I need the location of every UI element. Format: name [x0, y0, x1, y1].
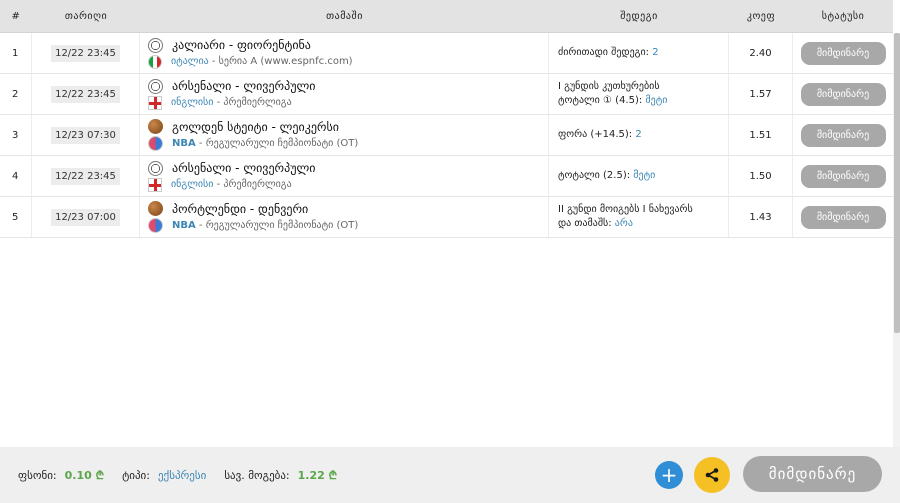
outcome-cell: ტოტალი (2.5): მეტი	[549, 156, 729, 196]
row-date: 12/23 07:00	[51, 208, 120, 226]
game-teams: კალიარი - ფიორენტინა	[172, 38, 311, 52]
league-country-link[interactable]: იტალია	[171, 56, 209, 67]
status-button[interactable]: მიმდინარე	[800, 164, 886, 188]
league-country-link[interactable]: ინგლისი	[171, 179, 213, 190]
table-row: 3 12/23 07:30 გოლდენ სტეიტი - ლეიკერსი N…	[0, 115, 893, 156]
england-flag-icon	[148, 177, 162, 192]
header-outcome: შედეგი	[620, 10, 658, 22]
status-button[interactable]: მიმდინარე	[800, 41, 886, 65]
row-date: 12/22 23:45	[51, 44, 120, 62]
league-name: ინგლისი - პრემიერლიგა	[171, 179, 292, 190]
header-status: სტატუსი	[821, 10, 865, 22]
nba-logo-icon	[148, 218, 163, 233]
league-name: NBA - რეგულარული ჩემპიონატი (OT)	[172, 220, 359, 231]
outcome-value: არა	[614, 218, 633, 229]
league-name: ინგლისი - პრემიერლიგა	[171, 97, 292, 108]
outcome-value: მეტი	[633, 170, 656, 181]
soccer-ball-icon	[148, 78, 163, 94]
header-coef: კოეფ	[746, 10, 776, 22]
game-cell: არსენალი - ლივერპული ინგლისი - პრემიერლი…	[148, 78, 316, 110]
game-teams: არსენალი - ლივერპული	[172, 79, 316, 93]
type-label: ტიპი:	[122, 468, 150, 482]
row-number: 2	[0, 74, 32, 114]
coef-value: 1.50	[729, 156, 793, 196]
add-button[interactable]: +	[655, 461, 683, 489]
row-number: 1	[0, 33, 32, 73]
stake-info: ფსონი: 0.10 ₾	[18, 468, 104, 483]
outcome-value: 2	[652, 47, 659, 58]
outcome-cell: ფორა (+14.5): 2	[549, 115, 729, 155]
header-num: #	[11, 10, 21, 22]
status-button[interactable]: მიმდინარე	[800, 123, 886, 147]
outcome-cell: I გუნდის კუთხურების ტოტალი ① (4.5): მეტი	[549, 74, 729, 114]
row-date: 12/22 23:45	[51, 85, 120, 103]
coef-value: 1.57	[729, 74, 793, 114]
win-info: სავ. მოგება: 1.22 ₾	[224, 468, 337, 483]
row-number: 4	[0, 156, 32, 196]
type-value-link[interactable]: ექსპრესი	[158, 469, 206, 482]
outcome-cell: ძირითადი შედეგი: 2	[549, 33, 729, 73]
scrollbar-thumb[interactable]	[894, 33, 900, 333]
header-game: თამაში	[326, 10, 363, 22]
game-cell: კალიარი - ფიორენტინა იტალია - სერია A (w…	[148, 37, 353, 69]
england-flag-icon	[148, 95, 162, 110]
league-name: იტალია - სერია A (www.espnfc.com)	[171, 56, 353, 67]
game-teams: პორტლენდი - დენვერი	[172, 201, 309, 216]
outcome-value: 2	[635, 129, 642, 140]
coef-value: 1.51	[729, 115, 793, 155]
game-cell: არსენალი - ლივერპული ინგლისი - პრემიერლი…	[148, 160, 316, 192]
game-cell: პორტლენდი - დენვერი NBA - რეგულარული ჩემ…	[148, 201, 358, 233]
italy-flag-icon	[148, 54, 162, 69]
bets-table: # თარიღი თამაში შედეგი კოეფ სტატუსი 1 12…	[0, 0, 893, 238]
coef-value: 1.43	[729, 197, 793, 237]
game-teams: არსენალი - ლივერპული	[172, 161, 316, 175]
status-button[interactable]: მიმდინარე	[800, 82, 886, 106]
share-icon	[705, 468, 719, 482]
row-date: 12/22 23:45	[51, 167, 120, 185]
outcome-value: მეტი	[645, 95, 668, 106]
status-button[interactable]: მიმდინარე	[800, 205, 886, 229]
league-country-link[interactable]: ინგლისი	[171, 97, 213, 108]
share-button[interactable]	[694, 457, 730, 493]
plus-icon: +	[660, 463, 678, 487]
basketball-icon	[148, 119, 163, 134]
league-name: NBA - რეგულარული ჩემპიონატი (OT)	[172, 138, 359, 149]
game-cell: გოლდენ სტეიტი - ლეიკერსი NBA - რეგულარულ…	[148, 119, 358, 151]
basketball-icon	[148, 201, 163, 216]
table-row: 2 12/22 23:45 არსენალი - ლივერპული ინგლი…	[0, 74, 893, 115]
coef-value: 2.40	[729, 33, 793, 73]
row-number: 5	[0, 197, 32, 237]
row-number: 3	[0, 115, 32, 155]
outcome-cell: II გუნდი მოიგებს I ნახევარს და თამაშს: არ…	[549, 197, 729, 237]
win-label: სავ. მოგება:	[224, 468, 290, 482]
nba-logo-icon	[148, 136, 163, 151]
table-row: 5 12/23 07:00 პორტლენდი - დენვერი NBA - …	[0, 197, 893, 238]
game-teams: გოლდენ სტეიტი - ლეიკერსი	[172, 119, 339, 134]
league-country-link[interactable]: NBA	[172, 220, 196, 231]
league-country-link[interactable]: NBA	[172, 138, 196, 149]
stake-value: 0.10 ₾	[64, 468, 105, 482]
bet-footer: ფსონი: 0.10 ₾ ტიპი: ექსპრესი სავ. მოგება…	[0, 447, 900, 503]
soccer-ball-icon	[148, 37, 163, 53]
table-header: # თარიღი თამაში შედეგი კოეფ სტატუსი	[0, 0, 893, 33]
soccer-ball-icon	[148, 160, 163, 176]
stake-label: ფსონი:	[18, 468, 57, 482]
table-row: 4 12/22 23:45 არსენალი - ლივერპული ინგლი…	[0, 156, 893, 197]
table-row: 1 12/22 23:45 კალიარი - ფიორენტინა იტალი…	[0, 33, 893, 74]
win-value: 1.22 ₾	[297, 468, 338, 482]
bet-status-button[interactable]: მიმდინარე	[743, 456, 882, 492]
vertical-scrollbar[interactable]	[893, 33, 900, 447]
row-date: 12/23 07:30	[51, 126, 120, 144]
header-date: თარიღი	[64, 10, 108, 22]
type-info: ტიპი: ექსპრესი	[122, 469, 206, 482]
